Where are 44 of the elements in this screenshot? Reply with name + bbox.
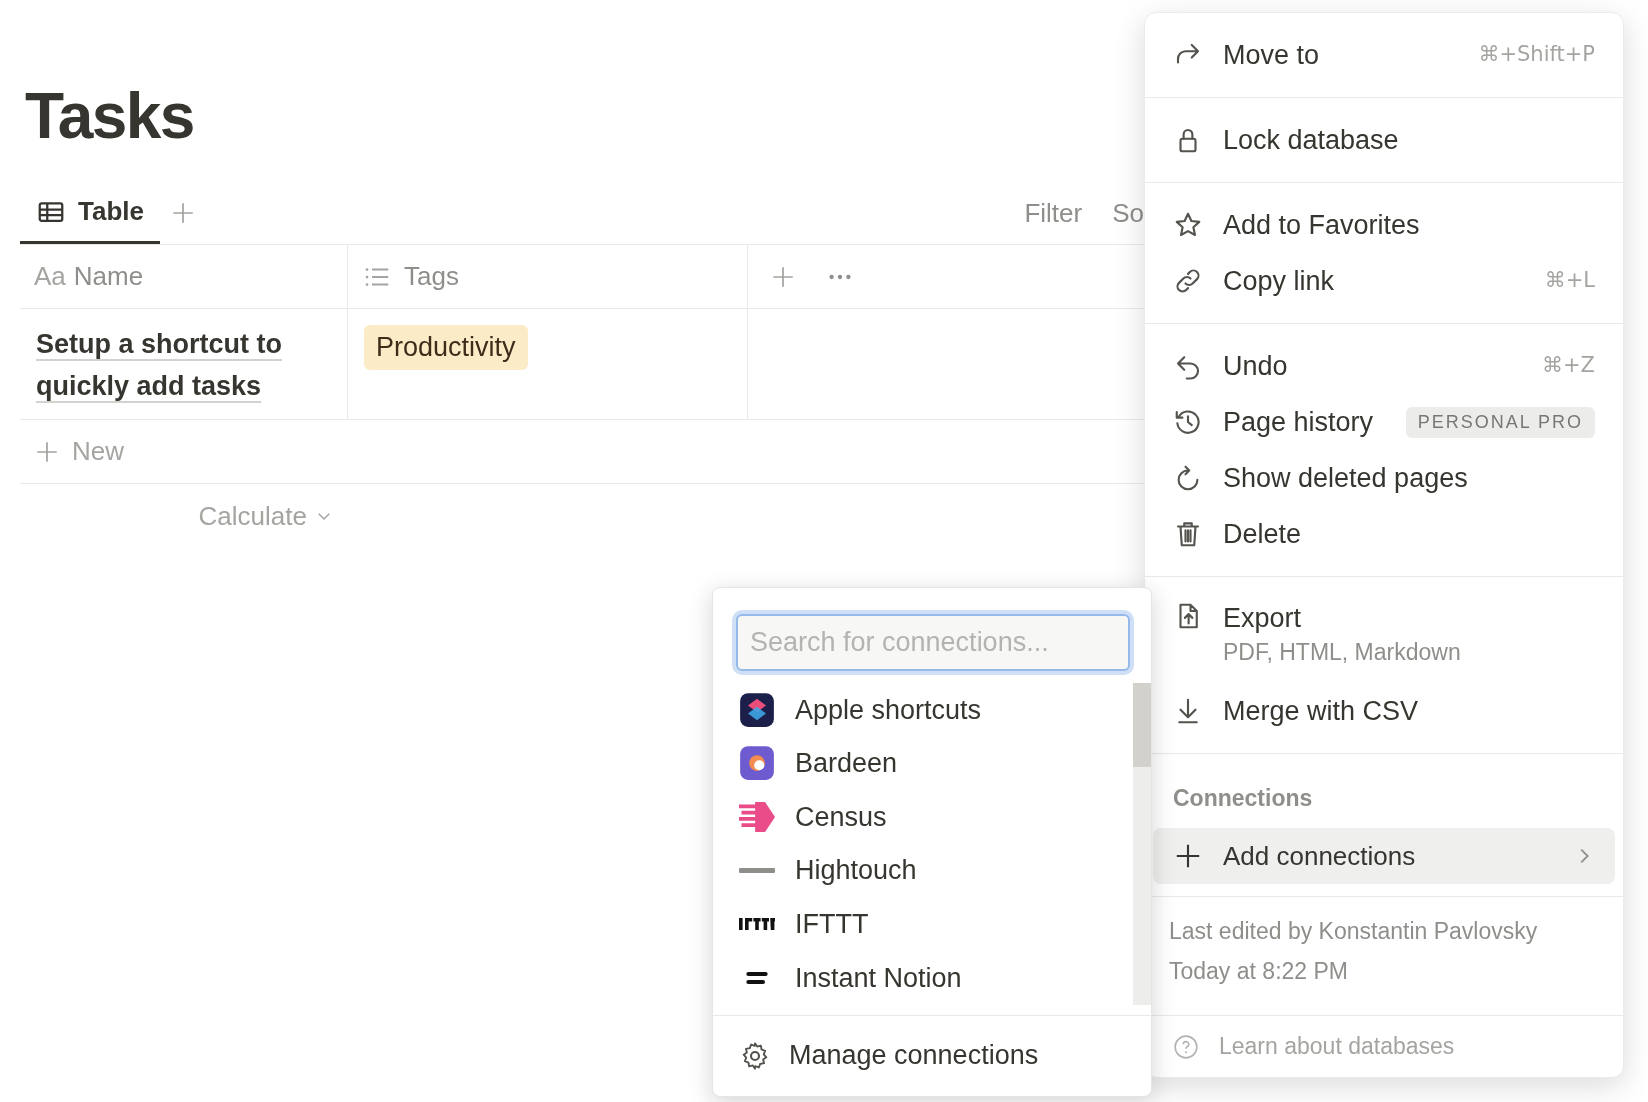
menu-item[interactable]: Undo ⌘+Z (1145, 338, 1623, 394)
connection-item[interactable]: Hightouch (713, 843, 1133, 898)
connection-item[interactable]: Instant Notion (713, 950, 1133, 1005)
menu-item-description: PDF, HTML, Markdown (1223, 638, 1461, 667)
edited-time-text: Today at 8:22 PM (1169, 957, 1348, 986)
add-connections-item[interactable]: Add connections (1153, 828, 1615, 884)
shortcut-label: ⌘+Z (1542, 352, 1595, 380)
shortcut-label: ⌘+Shift+P (1478, 41, 1595, 69)
link-icon (1173, 266, 1203, 296)
connection-item[interactable]: IFTTT (713, 897, 1133, 951)
tag: Productivity (364, 325, 528, 370)
section-header: Connections (1172, 783, 1314, 813)
menu-item[interactable]: Move to ⌘+Shift+P (1145, 27, 1623, 83)
bardeen-app-icon (739, 745, 775, 782)
menu-item-label: Export (1223, 602, 1303, 635)
shortcut-label: ⌘+L (1544, 267, 1595, 295)
help-icon (1173, 1033, 1199, 1060)
menu-item[interactable]: Show deleted pages (1145, 450, 1623, 506)
menu-item[interactable]: Delete (1145, 506, 1623, 562)
menu-item[interactable]: Page history PERSONAL PRO (1145, 394, 1623, 450)
scrollbar[interactable] (1133, 683, 1151, 1005)
plus-icon (170, 200, 196, 226)
search-field[interactable]: Search for connections... (736, 614, 1130, 671)
manage-connections-item[interactable]: Manage connections (713, 1015, 1151, 1095)
census-app-icon (739, 802, 775, 832)
text-type-icon: Aa (34, 257, 66, 296)
shortcuts-app-icon (739, 691, 775, 728)
last-edited-text: Last edited by Konstantin Pavlovsky (1169, 917, 1538, 946)
menu-item-group[interactable]: Export PDF, HTML, Markdown (1145, 591, 1623, 683)
connection-item[interactable]: Apple shortcuts (713, 683, 1133, 737)
wordmark-icon (739, 868, 775, 874)
connection-item[interactable]: Bardeen (713, 736, 1133, 791)
task-name-link[interactable]: Setup a shortcut to quickly add tasks (36, 323, 331, 407)
menu-item[interactable]: Merge with CSV (1145, 683, 1623, 739)
plan-badge: PERSONAL PRO (1405, 406, 1595, 438)
view-tab[interactable]: Table (20, 182, 160, 244)
history-icon (1173, 407, 1203, 437)
menu-item[interactable]: Add to Favorites (1145, 197, 1623, 253)
menu-item[interactable]: Copy link ⌘+L (1145, 253, 1623, 309)
wordmark-icon (739, 918, 775, 931)
page-title: Tasks (24, 80, 194, 152)
equals-icon (746, 971, 768, 984)
connection-item[interactable]: Census (713, 790, 1133, 844)
menu-item[interactable]: Lock database (1145, 112, 1623, 168)
